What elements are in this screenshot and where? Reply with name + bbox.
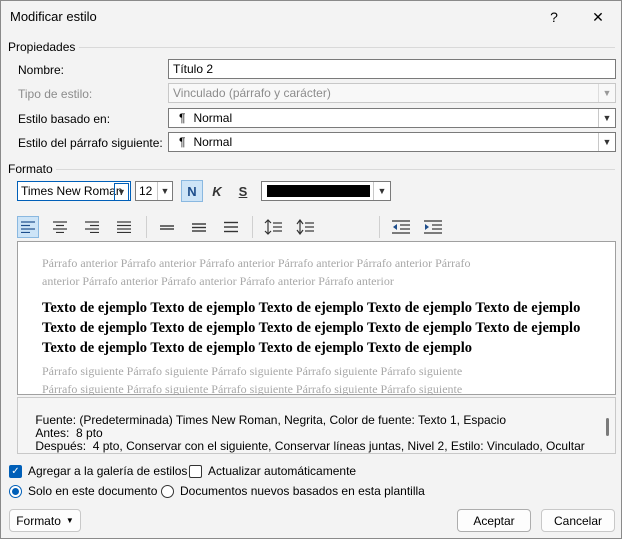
one-half-spacing-button[interactable]	[188, 216, 210, 238]
based-on-select[interactable]: ¶ Normal ▼	[168, 108, 616, 128]
new-documents-option[interactable]: Documentos nuevos basados en esta planti…	[161, 484, 425, 498]
align-center-icon	[53, 221, 67, 233]
auto-update-checkbox[interactable]	[189, 464, 202, 478]
format-menu-label: Formato	[16, 513, 61, 528]
decrease-spacing-button[interactable]	[294, 216, 316, 238]
chevron-down-icon: ▼	[373, 182, 390, 200]
style-type-select[interactable]: Vinculado (párrafo y carácter) ▼	[168, 83, 616, 103]
font-color-select[interactable]: ▼	[261, 181, 391, 201]
toolbar-separator	[146, 216, 147, 238]
preview-next-line: Párrafo siguiente Párrafo siguiente Párr…	[42, 364, 463, 378]
new-documents-radio[interactable]	[161, 484, 174, 498]
preview-previous-line: anterior Párrafo anterior Párrafo anteri…	[42, 274, 394, 288]
align-left-button[interactable]	[17, 216, 39, 238]
next-style-select[interactable]: ¶ Normal ▼	[168, 132, 616, 152]
format-section-title: Formato	[8, 162, 53, 176]
indent-decrease-icon	[392, 220, 410, 234]
close-button[interactable]: ✕	[582, 5, 614, 29]
window-title: Modificar estilo	[10, 9, 97, 24]
spacing-decrease-icon	[296, 219, 314, 235]
add-to-gallery-checkbox[interactable]: ✓	[9, 464, 22, 478]
increase-indent-button[interactable]	[422, 216, 444, 238]
style-description-text: Fuente: (Predeterminada) Times New Roman…	[22, 413, 585, 454]
align-right-icon	[85, 221, 99, 233]
checkmark-icon: ✓	[11, 465, 20, 477]
justify-icon	[117, 221, 131, 233]
double-spacing-button[interactable]	[220, 216, 242, 238]
indent-increase-icon	[424, 220, 442, 234]
align-right-button[interactable]	[81, 216, 103, 238]
only-this-document-label: Solo en este documento	[28, 484, 158, 498]
toolbar-separator	[252, 216, 253, 238]
style-preview: Párrafo anterior Párrafo anterior Párraf…	[17, 241, 616, 395]
font-value: Times New Roman	[21, 184, 123, 198]
align-left-icon	[21, 221, 35, 233]
format-divider	[56, 169, 615, 170]
add-to-gallery-label: Agregar a la galería de estilos	[28, 464, 188, 478]
description-scrollbar[interactable]	[606, 418, 609, 436]
accept-button[interactable]: Aceptar	[457, 509, 531, 532]
add-to-gallery-option[interactable]: ✓ Agregar a la galería de estilos	[9, 464, 187, 478]
only-this-document-radio[interactable]	[9, 484, 22, 498]
line-spacing-single-icon	[160, 225, 174, 230]
line-spacing-onehalf-icon	[192, 223, 206, 232]
name-label: Nombre:	[18, 63, 64, 77]
modify-style-dialog: Modificar estilo ? ✕ Propiedades Nombre:…	[0, 0, 622, 539]
underline-button[interactable]: S	[232, 180, 254, 202]
bold-button[interactable]: N	[181, 180, 203, 202]
next-style-label: Estilo del párrafo siguiente:	[18, 136, 163, 150]
style-description: Fuente: (Predeterminada) Times New Roman…	[17, 397, 616, 454]
format-menu-button[interactable]: Formato ▼	[9, 509, 81, 532]
style-type-label: Tipo de estilo:	[18, 87, 93, 101]
font-size-value: 12	[139, 184, 153, 198]
help-icon: ?	[550, 9, 558, 25]
italic-button[interactable]: K	[206, 180, 228, 202]
chevron-down-icon: ▼	[598, 133, 615, 151]
name-input[interactable]: Título 2	[168, 59, 616, 79]
auto-update-label: Actualizar automáticamente	[208, 464, 357, 478]
font-size-select[interactable]: 12 ▼	[135, 181, 173, 201]
only-this-document-option[interactable]: Solo en este documento	[9, 484, 157, 498]
cancel-button[interactable]: Cancelar	[541, 509, 615, 532]
new-documents-label: Documentos nuevos basados en esta planti…	[180, 484, 425, 498]
paragraph-mark-icon: ¶	[179, 135, 186, 149]
preview-sample-line: Texto de ejemplo Texto de ejemplo Texto …	[42, 320, 581, 336]
chevron-down-icon: ▼	[157, 182, 172, 200]
chevron-down-icon: ▼	[114, 183, 129, 200]
single-spacing-button[interactable]	[156, 216, 178, 238]
caret-down-icon: ▼	[65, 516, 74, 525]
preview-previous-line: Párrafo anterior Párrafo anterior Párraf…	[42, 256, 471, 270]
name-label-text: Nombre:	[18, 63, 65, 77]
font-select[interactable]: Times New Roman ▼	[17, 181, 131, 201]
paragraph-mark-icon: ¶	[179, 111, 186, 125]
decrease-indent-button[interactable]	[390, 216, 412, 238]
properties-section-title: Propiedades	[8, 40, 76, 54]
preview-next-line: Párrafo siguiente Párrafo siguiente Párr…	[42, 382, 463, 395]
close-icon: ✕	[592, 8, 604, 25]
line-spacing-double-icon	[224, 221, 238, 233]
based-on-value: Normal	[193, 111, 233, 125]
auto-update-option[interactable]: Actualizar automáticamente	[189, 464, 356, 478]
chevron-down-icon: ▼	[598, 109, 615, 127]
style-type-value: Vinculado (párrafo y carácter)	[173, 86, 331, 100]
increase-spacing-button[interactable]	[262, 216, 284, 238]
chevron-down-icon: ▼	[598, 84, 615, 102]
help-button[interactable]: ?	[538, 5, 570, 29]
next-style-value: Normal	[193, 135, 233, 149]
font-color-swatch	[267, 185, 370, 197]
preview-sample-line: Texto de ejemplo Texto de ejemplo Texto …	[42, 300, 581, 316]
preview-sample-line: Texto de ejemplo Texto de ejemplo Texto …	[42, 340, 472, 356]
spacing-increase-icon	[264, 219, 282, 235]
based-on-label: Estilo basado en:	[18, 112, 111, 126]
properties-divider	[79, 47, 615, 48]
toolbar-separator	[379, 216, 380, 238]
title-bar: Modificar estilo ? ✕	[1, 1, 621, 33]
align-center-button[interactable]	[49, 216, 71, 238]
justify-button[interactable]	[113, 216, 135, 238]
